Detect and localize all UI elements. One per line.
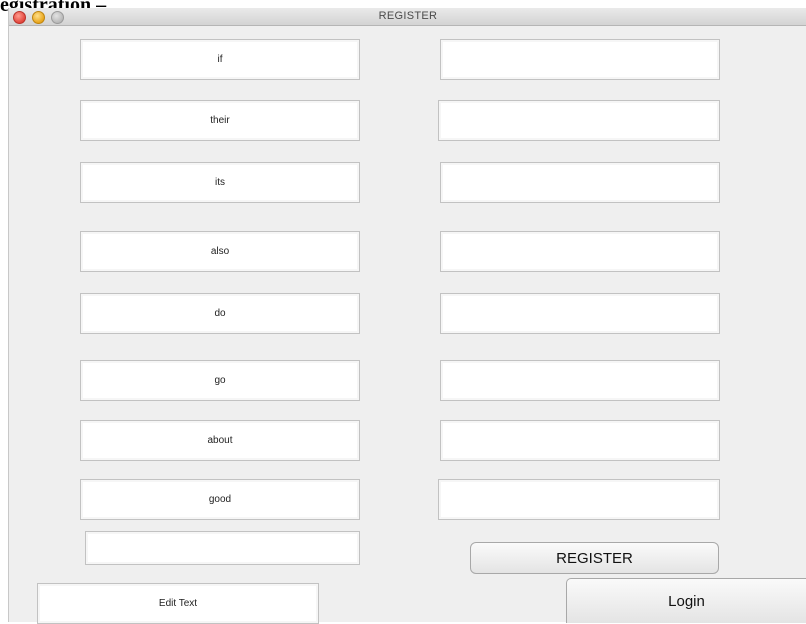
right-field-3[interactable] bbox=[440, 162, 720, 203]
window-title: REGISTER bbox=[378, 10, 438, 22]
left-field-8[interactable]: good bbox=[80, 479, 360, 520]
left-field-9[interactable] bbox=[85, 531, 360, 565]
register-window: REGISTER if their its also do go about g… bbox=[8, 8, 806, 624]
edit-text-field[interactable]: Edit Text bbox=[37, 583, 319, 624]
right-field-6[interactable] bbox=[440, 360, 720, 401]
right-field-4[interactable] bbox=[440, 231, 720, 272]
left-field-5[interactable]: do bbox=[80, 293, 360, 334]
left-field-2[interactable]: their bbox=[80, 100, 360, 141]
left-field-1[interactable]: if bbox=[80, 39, 360, 80]
login-button[interactable]: Login bbox=[566, 578, 806, 623]
title-bar: REGISTER bbox=[9, 8, 806, 26]
right-field-2[interactable] bbox=[438, 100, 720, 141]
left-field-4[interactable]: also bbox=[80, 231, 360, 272]
left-field-7[interactable]: about bbox=[80, 420, 360, 461]
right-field-1[interactable] bbox=[440, 39, 720, 80]
register-button[interactable]: REGISTER bbox=[470, 542, 719, 574]
right-field-8[interactable] bbox=[438, 479, 720, 520]
left-field-6[interactable]: go bbox=[80, 360, 360, 401]
right-field-7[interactable] bbox=[440, 420, 720, 461]
left-field-3[interactable]: its bbox=[80, 162, 360, 203]
right-field-5[interactable] bbox=[440, 293, 720, 334]
